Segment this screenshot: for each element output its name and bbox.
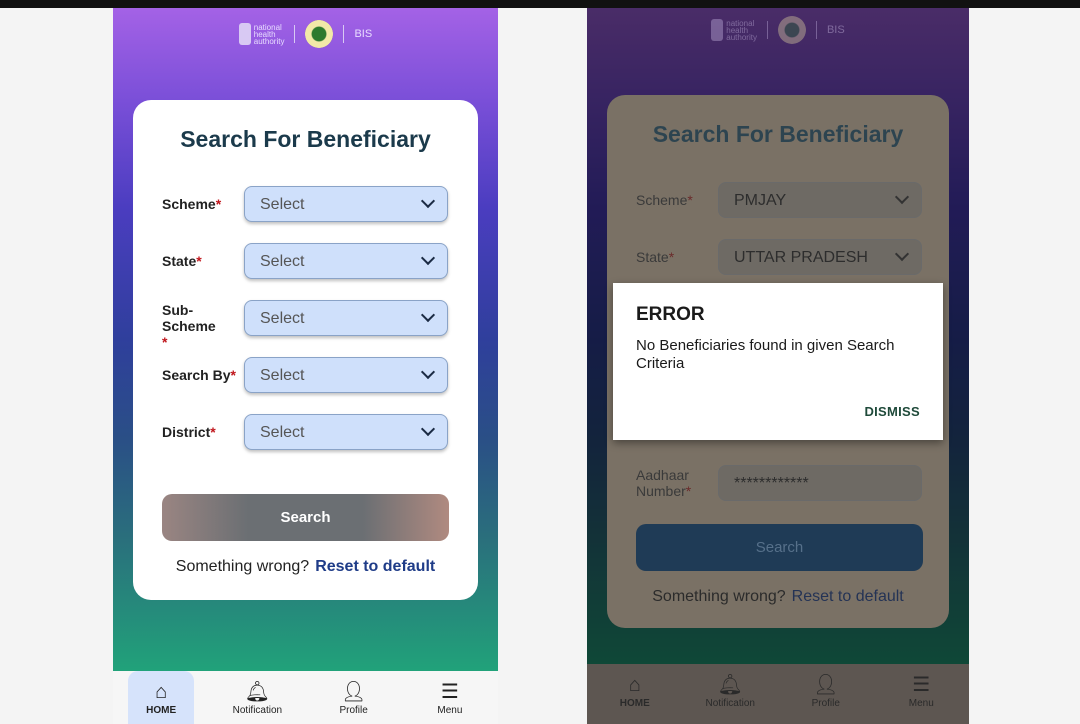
nha-logo: national health authority — [238, 23, 284, 45]
state-row: State* Select — [162, 243, 452, 279]
menu-icon: ☰ — [912, 674, 931, 696]
reset-line: Something wrong? Reset to default — [607, 588, 949, 606]
field-label: District* — [162, 424, 216, 440]
search-button[interactable]: Search — [636, 524, 923, 571]
bottom-nav: ⌂ HOME 🔔︎ Notification 👤︎ Profile ☰ Menu — [113, 671, 498, 724]
home-icon: ⌂ — [628, 674, 641, 696]
chevron-down-icon — [894, 189, 910, 205]
field-label: Sub-Scheme * — [162, 302, 216, 350]
nha-logo: national health authority — [711, 19, 757, 41]
divider — [815, 21, 817, 39]
nav-menu[interactable]: ☰ Menu — [417, 671, 483, 724]
header-logos: national health authority BIS — [587, 16, 969, 44]
page-title: Search For Beneficiary — [180, 126, 431, 152]
chevron-down-icon — [420, 250, 436, 266]
reset-link[interactable]: Reset to default — [315, 558, 435, 575]
user-icon: 👤︎ — [813, 674, 839, 696]
reset-link[interactable]: Reset to default — [792, 588, 904, 605]
emblem-icon — [238, 23, 251, 45]
wrong-text: Something wrong? — [652, 588, 786, 605]
aadhaar-input[interactable]: ************ — [718, 465, 922, 501]
district-row: District* Select — [162, 414, 452, 450]
chevron-down-icon — [420, 193, 436, 209]
state-select[interactable]: Select — [244, 243, 448, 279]
dialog-title: ERROR — [636, 304, 705, 325]
emblem-icon — [711, 19, 724, 41]
nav-notification[interactable]: 🔔︎ Notification — [224, 671, 290, 724]
user-icon: 👤︎ — [340, 681, 367, 703]
chevron-down-icon — [420, 307, 436, 323]
bis-label: BIS — [354, 28, 373, 40]
scheme-select[interactable]: Select — [244, 186, 448, 222]
page-title: Search For Beneficiary — [652, 121, 904, 147]
status-bar — [0, 0, 1080, 8]
aadhaar-row: Aadhaar Number* ************ — [636, 465, 926, 501]
field-label: State* — [162, 253, 202, 269]
state-select[interactable]: UTTAR PRADESH — [718, 239, 922, 275]
field-label: Aadhaar Number* — [636, 467, 692, 499]
menu-icon: ☰ — [440, 681, 459, 703]
field-label: Search By* — [162, 367, 236, 383]
search-by-select[interactable]: Select — [244, 357, 448, 393]
scheme-select[interactable]: PMJAY — [718, 182, 922, 218]
divider — [294, 25, 296, 43]
nav-home[interactable]: ⌂ HOME — [128, 671, 195, 724]
field-label: Scheme* — [636, 192, 693, 208]
state-row: State* UTTAR PRADESH — [636, 239, 926, 275]
header-logos: national health authority BIS — [113, 20, 498, 48]
search-card: Search For Beneficiary Scheme* Select Sta… — [133, 100, 478, 600]
divider — [766, 21, 768, 39]
error-dialog: ERROR No Beneficiaries found in given Se… — [613, 283, 943, 440]
seal-icon — [777, 16, 806, 44]
nav-menu[interactable]: ☰ Menu — [888, 664, 954, 724]
chevron-down-icon — [894, 246, 910, 262]
wrong-text: Something wrong? — [175, 558, 310, 575]
bell-icon: 🔔︎ — [244, 681, 271, 703]
bis-label: BIS — [826, 24, 845, 36]
chevron-down-icon — [420, 421, 436, 437]
sub-scheme-row: Sub-Scheme * Select — [162, 300, 452, 350]
bell-icon: 🔔︎ — [717, 674, 743, 696]
dismiss-button[interactable]: DISMISS — [864, 404, 920, 419]
search-by-row: Search By* Select — [162, 357, 452, 393]
nav-home[interactable]: ⌂ HOME — [602, 664, 668, 724]
nav-notification[interactable]: 🔔︎ Notification — [697, 664, 763, 724]
chevron-down-icon — [420, 364, 436, 380]
home-icon: ⌂ — [155, 681, 168, 703]
district-select[interactable]: Select — [244, 414, 448, 450]
reset-line: Something wrong? Reset to default — [133, 558, 478, 576]
scheme-row: Scheme* PMJAY — [636, 182, 926, 218]
seal-icon — [305, 20, 334, 48]
field-label: State* — [636, 249, 675, 265]
nav-profile[interactable]: 👤︎ Profile — [793, 664, 859, 724]
sub-scheme-select[interactable]: Select — [244, 300, 448, 336]
field-label: Scheme* — [162, 196, 222, 212]
scheme-row: Scheme* Select — [162, 186, 452, 222]
search-button[interactable]: Search — [162, 494, 449, 541]
divider — [343, 25, 345, 43]
dialog-message: No Beneficiaries found in given Search C… — [636, 337, 895, 372]
search-screen: national health authority BIS Search For B… — [113, 8, 498, 724]
nav-profile[interactable]: 👤︎ Profile — [321, 671, 387, 724]
bottom-nav: ⌂ HOME 🔔︎ Notification 👤︎ Profile ☰ Menu — [587, 664, 969, 724]
